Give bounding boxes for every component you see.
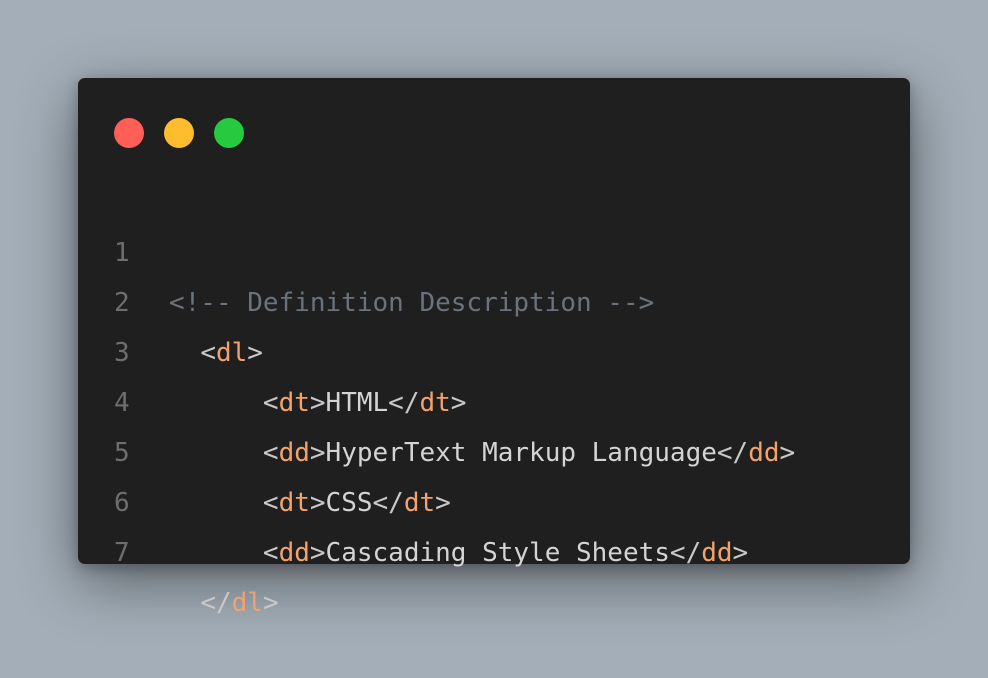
code-line-2: 2 <dl> xyxy=(78,228,910,368)
code-text: </dl> xyxy=(169,578,279,628)
tag-name: dd xyxy=(701,538,733,568)
line-number: 7 xyxy=(114,538,130,568)
bracket: < xyxy=(262,538,279,568)
tag-name: dl xyxy=(231,588,263,618)
code-line-7: 7 </dl> xyxy=(78,478,910,618)
code-line-4: 4 <dd>HyperText Markup Language</dd> xyxy=(78,328,910,468)
code-line-3: 3 <dt>HTML</dt> xyxy=(78,278,910,418)
bracket: </ xyxy=(200,588,232,618)
maximize-window-icon[interactable] xyxy=(214,118,244,148)
bracket: > xyxy=(309,538,326,568)
code-line-6: 6 <dd>Cascading Style Sheets</dd> xyxy=(78,428,910,568)
code-line-1: 1 <!-- Definition Description --> xyxy=(78,178,910,318)
bracket: </ xyxy=(669,538,702,568)
bracket: > xyxy=(732,538,749,568)
minimize-window-icon[interactable] xyxy=(164,118,194,148)
element-text: Cascading Style Sheets xyxy=(325,538,670,568)
code-line-5: 5 <dt>CSS</dt> xyxy=(78,378,910,518)
code-window: 1 <!-- Definition Description --> 2 <dl>… xyxy=(78,78,910,618)
close-window-icon[interactable] xyxy=(114,118,144,148)
tag-name: dd xyxy=(278,538,310,568)
code-text: <dd>Cascading Style Sheets</dd> xyxy=(169,528,748,578)
bracket: > xyxy=(262,588,279,618)
